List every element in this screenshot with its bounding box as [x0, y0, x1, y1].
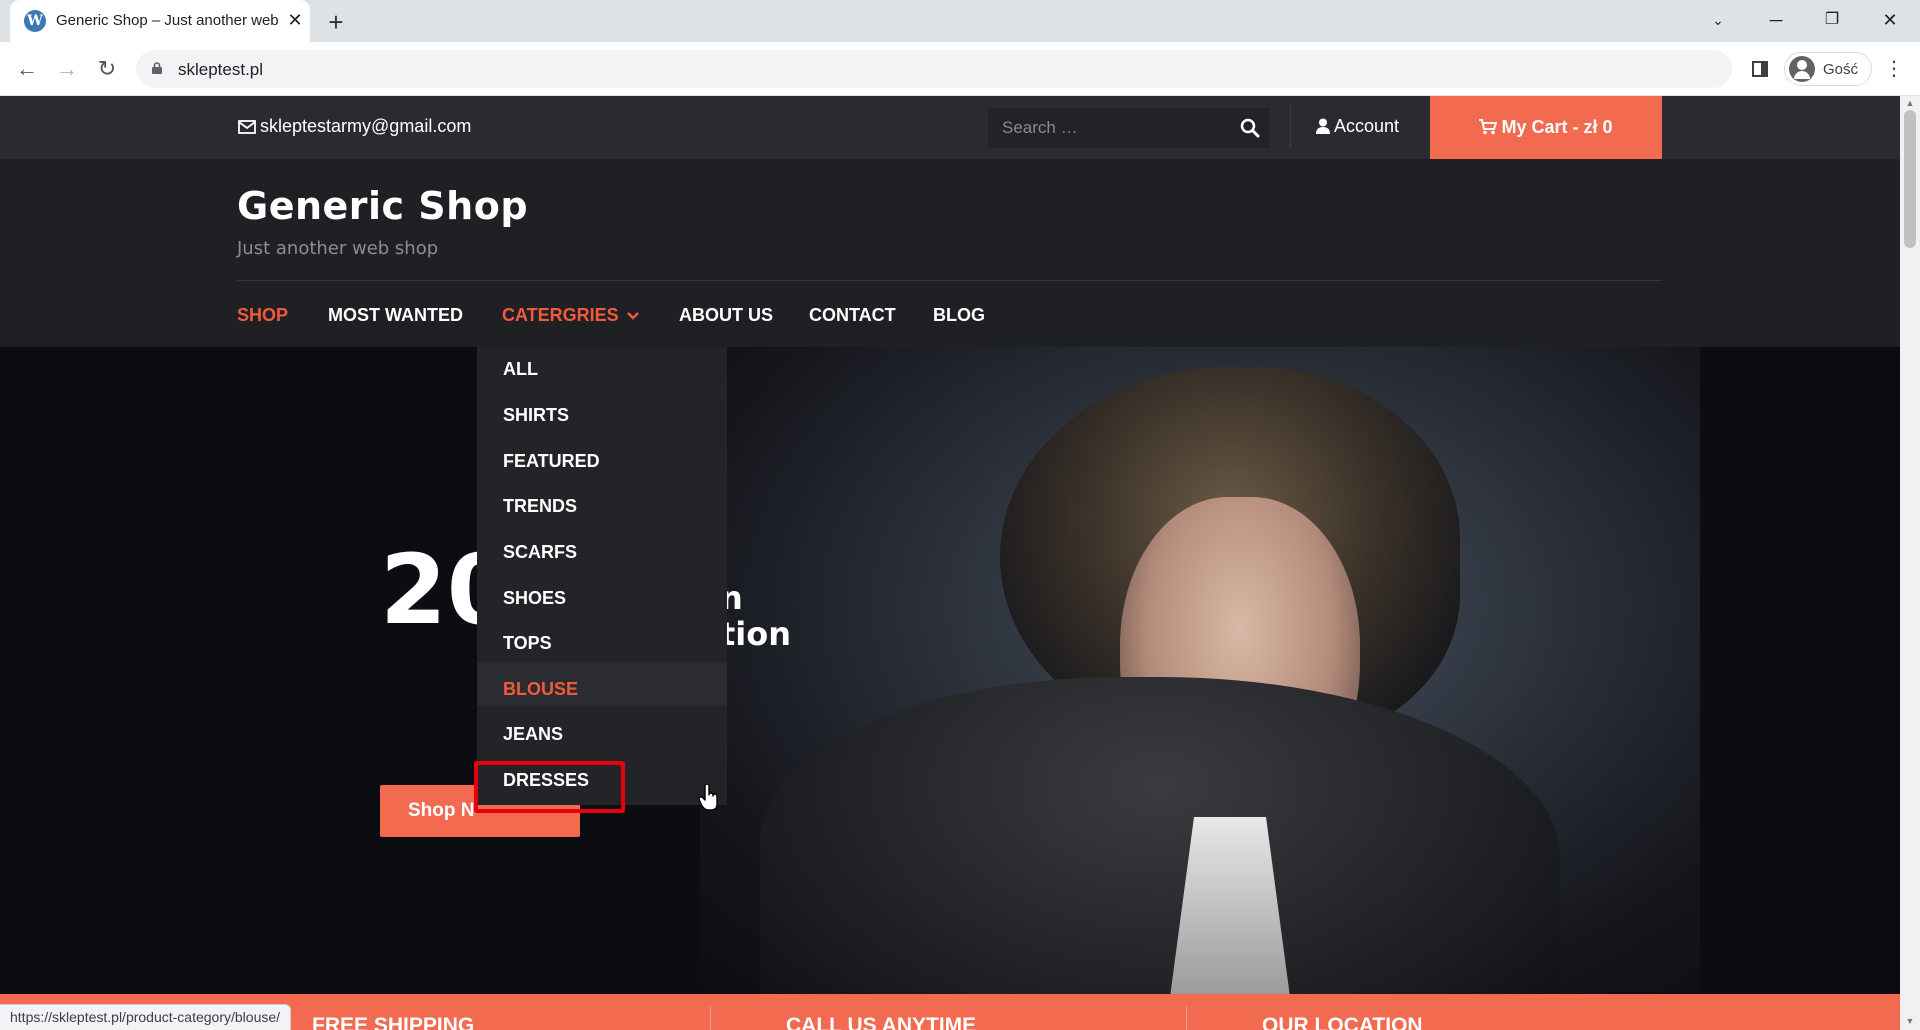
info-free-shipping: FREE SHIPPING: [312, 1014, 475, 1030]
restore-icon[interactable]: ❐: [1814, 6, 1850, 34]
email-text: skleptestarmy@gmail.com: [260, 116, 472, 136]
cart-icon: [1479, 119, 1498, 135]
tab-search-icon[interactable]: ⌄: [1700, 6, 1736, 34]
search-icon[interactable]: [1240, 118, 1260, 138]
browser-toolbar: ← → ↻ skleptest.pl Gość ⋮: [0, 42, 1920, 96]
search-input[interactable]: [988, 108, 1228, 148]
avatar-icon: [1789, 56, 1815, 82]
menu-categories-label: CATERGRIES: [502, 305, 619, 325]
back-icon[interactable]: ←: [12, 54, 42, 84]
info-call-us: CALL US ANYTIME: [786, 1014, 977, 1030]
envelope-icon: [238, 120, 256, 134]
scroll-up-icon[interactable]: ▲: [1904, 98, 1916, 108]
browser-tab[interactable]: W Generic Shop – Just another web shop ✕: [10, 0, 310, 42]
categories-dropdown: ALL SHIRTS FEATURED TRENDS SCARFS SHOES …: [477, 347, 727, 805]
site-tagline: Just another web shop: [237, 238, 439, 259]
url-text: skleptest.pl: [178, 60, 264, 79]
scroll-thumb[interactable]: [1904, 110, 1916, 248]
menu-about-us[interactable]: ABOUT US: [679, 305, 773, 326]
tab-title: Generic Shop – Just another web shop: [56, 12, 278, 29]
category-tops[interactable]: TOPS: [503, 633, 552, 654]
topbar-divider: [1290, 106, 1291, 149]
browser-tab-strip: W Generic Shop – Just another web shop ✕…: [0, 0, 1920, 42]
scroll-down-icon[interactable]: ▼: [1904, 1016, 1916, 1026]
category-trends[interactable]: TRENDS: [503, 496, 577, 517]
account-link[interactable]: Account: [1316, 116, 1399, 137]
info-location: OUR LOCATION: [1262, 1014, 1423, 1030]
close-tab-icon[interactable]: ✕: [284, 9, 306, 31]
account-label: Account: [1334, 116, 1400, 136]
menu-most-wanted[interactable]: MOST WANTED: [328, 305, 463, 326]
site-topbar: skleptestarmy@gmail.com Account My Cart …: [0, 96, 1900, 159]
category-all[interactable]: ALL: [503, 359, 538, 380]
link-status-bar: https://skleptest.pl/product-category/bl…: [0, 1004, 292, 1030]
cart-label: My Cart - zł 0: [1501, 117, 1613, 137]
menu-blog[interactable]: BLOG: [933, 305, 985, 326]
category-featured[interactable]: FEATURED: [503, 451, 600, 472]
wordpress-icon: W: [24, 10, 46, 32]
menu-categories[interactable]: CATERGRIES: [502, 305, 639, 326]
blouse-highlight-box: [474, 761, 625, 813]
lock-icon: [152, 62, 162, 74]
hand-cursor-icon: [698, 784, 718, 811]
close-window-icon[interactable]: ✕: [1872, 6, 1908, 34]
address-bar[interactable]: skleptest.pl: [136, 50, 1732, 88]
page-scrollbar[interactable]: ▲ ▼: [1900, 96, 1920, 1030]
profile-button[interactable]: Gość: [1784, 52, 1872, 86]
category-jeans[interactable]: JEANS: [503, 724, 563, 745]
forward-icon[interactable]: →: [52, 54, 82, 84]
user-icon: [1316, 118, 1330, 134]
category-shirts[interactable]: SHIRTS: [503, 405, 569, 426]
menu-kebab-icon[interactable]: ⋮: [1884, 56, 1904, 81]
info-divider: [1186, 1006, 1187, 1030]
website: skleptestarmy@gmail.com Account My Cart …: [0, 96, 1900, 1030]
category-shoes[interactable]: SHOES: [503, 588, 566, 609]
info-divider: [710, 1006, 711, 1030]
cart-button[interactable]: My Cart - zł 0: [1430, 96, 1662, 159]
hero-subtitle-line2: tion: [720, 615, 792, 653]
side-panel-icon[interactable]: [1752, 61, 1768, 77]
search-form: [988, 108, 1270, 148]
site-title[interactable]: Generic Shop: [237, 184, 528, 228]
profile-name: Gość: [1823, 61, 1859, 78]
menu-shop[interactable]: SHOP: [237, 305, 288, 326]
email-link[interactable]: skleptestarmy@gmail.com: [238, 116, 471, 137]
hero-slider: 20 n tion Shop N: [0, 347, 1900, 994]
header-divider: [237, 280, 1662, 281]
menu-contact[interactable]: CONTACT: [809, 305, 896, 326]
reload-icon[interactable]: ↻: [92, 54, 122, 84]
category-scarfs[interactable]: SCARFS: [503, 542, 577, 563]
new-tab-icon[interactable]: +: [322, 8, 350, 36]
category-blouse[interactable]: BLOUSE: [503, 679, 578, 700]
minimize-icon[interactable]: ─: [1758, 6, 1794, 34]
chevron-down-icon: [626, 312, 639, 320]
